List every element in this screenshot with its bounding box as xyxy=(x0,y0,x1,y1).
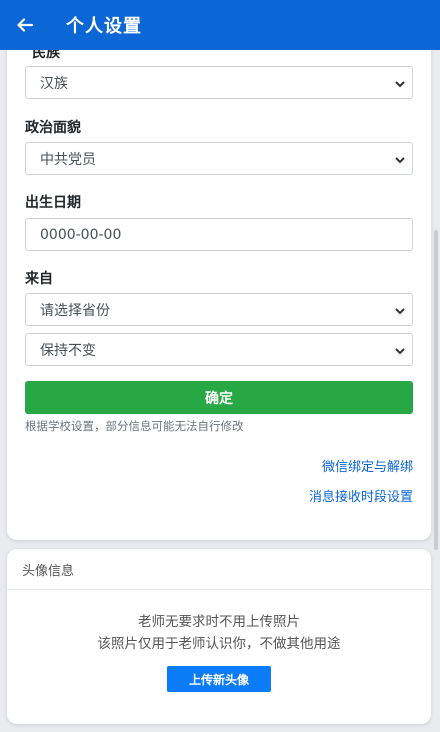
settings-card: 民族 汉族 政治面貌 中共党员 出生日期 0000-00-00 来自 请选择省份… xyxy=(7,20,431,540)
birthdate-label: 出生日期 xyxy=(25,195,81,211)
province-value: 请选择省份 xyxy=(40,302,110,319)
avatar-note-line2: 该照片仅用于老师认识你，不做其他用途 xyxy=(97,636,341,652)
wechat-bind-link[interactable]: 微信绑定与解绑 xyxy=(322,456,413,475)
page-title: 个人设置 xyxy=(66,16,142,37)
political-value: 中共党员 xyxy=(40,151,96,168)
upload-avatar-button[interactable]: 上传新头像 xyxy=(167,666,271,692)
political-select[interactable]: 中共党员 xyxy=(25,142,413,175)
birthdate-placeholder: 0000-00-00 xyxy=(40,226,122,243)
chevron-down-icon xyxy=(395,81,405,88)
avatar-note-line1: 老师无要求时不用上传照片 xyxy=(138,614,300,630)
political-label: 政治面貌 xyxy=(25,120,81,136)
chevron-down-icon xyxy=(395,308,405,315)
birthdate-input[interactable]: 0000-00-00 xyxy=(25,218,413,251)
top-bar: 个人设置 xyxy=(0,0,440,50)
origin-label: 来自 xyxy=(25,271,53,287)
scrollbar[interactable] xyxy=(434,230,438,550)
notify-time-link[interactable]: 消息接收时段设置 xyxy=(309,486,413,505)
hint-text: 根据学校设置，部分信息可能无法自行修改 xyxy=(25,419,244,433)
ethnicity-value: 汉族 xyxy=(40,75,68,92)
back-button[interactable] xyxy=(16,16,34,34)
keep-select[interactable]: 保持不变 xyxy=(25,333,413,366)
arrow-left-icon xyxy=(17,18,34,32)
keep-value: 保持不变 xyxy=(40,342,96,359)
confirm-button[interactable]: 确定 xyxy=(25,381,413,414)
ethnicity-select[interactable]: 汉族 xyxy=(25,66,413,99)
chevron-down-icon xyxy=(395,157,405,164)
chevron-down-icon xyxy=(395,348,405,355)
avatar-section-title: 头像信息 xyxy=(7,549,431,590)
avatar-card: 头像信息 老师无要求时不用上传照片 该照片仅用于老师认识你，不做其他用途 上传新… xyxy=(7,549,431,724)
province-select[interactable]: 请选择省份 xyxy=(25,293,413,326)
